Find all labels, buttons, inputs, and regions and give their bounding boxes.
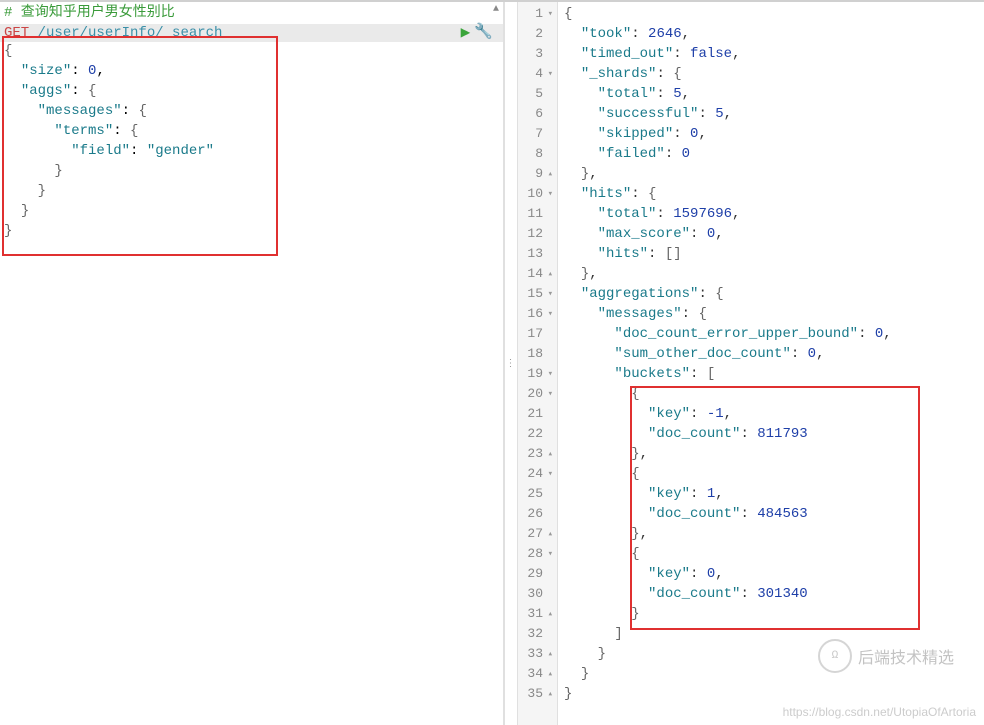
run-icon[interactable]: ▶ (461, 24, 475, 42)
gutter-line: 10▾ (518, 184, 553, 204)
code-line[interactable]: } (4, 162, 499, 182)
code-line[interactable]: "key": -1, (564, 404, 984, 424)
gutter-line: 23▴ (518, 444, 553, 464)
code-line[interactable]: { (564, 384, 984, 404)
gutter-line: 34▴ (518, 664, 553, 684)
code-line[interactable]: "key": 0, (564, 564, 984, 584)
gutter-line: 7 (518, 124, 553, 144)
code-line[interactable]: }, (564, 264, 984, 284)
code-line[interactable]: "field": "gender" (4, 142, 499, 162)
scroll-up-arrow[interactable]: ▲ (493, 4, 499, 15)
response-code[interactable]: { "took": 2646, "timed_out": false, "_sh… (558, 2, 984, 725)
gutter-line: 25 (518, 484, 553, 504)
code-line[interactable]: "total": 5, (564, 84, 984, 104)
drag-handle-icon[interactable]: ⋮ (506, 358, 517, 370)
request-line[interactable]: GET /user/userInfo/_search ▶ 🔧 (0, 24, 503, 42)
code-line[interactable]: { (564, 4, 984, 24)
code-line[interactable]: "aggregations": { (564, 284, 984, 304)
gutter-line: 13 (518, 244, 553, 264)
request-editor-panel[interactable]: ▲ # 查询知乎用户男女性别比 GET /user/userInfo/_sear… (0, 2, 504, 725)
comment-line: # 查询知乎用户男女性别比 (4, 5, 175, 21)
url-watermark: https://blog.csdn.net/UtopiaOfArtoria (783, 705, 976, 719)
gutter-line: 16▾ (518, 304, 553, 324)
panel-divider[interactable]: ⋮ (504, 2, 518, 725)
code-line[interactable]: "skipped": 0, (564, 124, 984, 144)
gutter-line: 18 (518, 344, 553, 364)
gutter-line: 11 (518, 204, 553, 224)
code-line[interactable]: "aggs": { (4, 82, 499, 102)
code-line[interactable]: { (4, 42, 499, 62)
code-line[interactable]: { (564, 464, 984, 484)
gutter-line: 32 (518, 624, 553, 644)
code-line[interactable]: } (4, 182, 499, 202)
code-line[interactable]: "max_score": 0, (564, 224, 984, 244)
code-line[interactable]: "sum_other_doc_count": 0, (564, 344, 984, 364)
gutter-line: 4▾ (518, 64, 553, 84)
gutter-line: 12 (518, 224, 553, 244)
gutter-line: 29 (518, 564, 553, 584)
code-line[interactable]: "key": 1, (564, 484, 984, 504)
gutter-line: 5 (518, 84, 553, 104)
response-panel: 1▾234▾56789▴10▾11121314▴15▾16▾171819▾20▾… (518, 2, 984, 725)
code-line[interactable]: "hits": [] (564, 244, 984, 264)
code-line[interactable]: "messages": { (4, 102, 499, 122)
code-line[interactable]: "buckets": [ (564, 364, 984, 384)
code-line[interactable]: "failed": 0 (564, 144, 984, 164)
gutter-line: 8 (518, 144, 553, 164)
code-line[interactable]: }, (564, 444, 984, 464)
code-line[interactable]: "size": 0, (4, 62, 499, 82)
gutter-line: 14▴ (518, 264, 553, 284)
code-line[interactable]: "total": 1597696, (564, 204, 984, 224)
code-line[interactable]: "terms": { (4, 122, 499, 142)
gutter-line: 31▴ (518, 604, 553, 624)
watermark: Ω 后端技术精选 (818, 639, 954, 673)
code-line[interactable]: "doc_count": 484563 (564, 504, 984, 524)
gutter-line: 15▾ (518, 284, 553, 304)
watermark-text: 后端技术精选 (858, 644, 954, 668)
code-line[interactable]: "messages": { (564, 304, 984, 324)
gutter-line: 26 (518, 504, 553, 524)
code-line[interactable]: "took": 2646, (564, 24, 984, 44)
code-line[interactable]: "_shards": { (564, 64, 984, 84)
wrench-icon[interactable]: 🔧 (474, 24, 499, 42)
code-line[interactable]: "timed_out": false, (564, 44, 984, 64)
gutter-line: 1▾ (518, 4, 553, 24)
gutter-line: 35▴ (518, 684, 553, 704)
watermark-logo: Ω (818, 639, 852, 673)
gutter-line: 9▴ (518, 164, 553, 184)
code-line[interactable]: "hits": { (564, 184, 984, 204)
code-line[interactable]: }, (564, 524, 984, 544)
code-line[interactable]: "doc_count": 301340 (564, 584, 984, 604)
gutter-line: 6 (518, 104, 553, 124)
gutter-line: 22 (518, 424, 553, 444)
gutter-line: 3 (518, 44, 553, 64)
code-line[interactable]: "doc_count": 811793 (564, 424, 984, 444)
gutter-line: 33▴ (518, 644, 553, 664)
gutter-line: 19▾ (518, 364, 553, 384)
gutter-line: 21 (518, 404, 553, 424)
request-code[interactable]: # 查询知乎用户男女性别比 GET /user/userInfo/_search… (0, 2, 503, 244)
code-line[interactable]: "doc_count_error_upper_bound": 0, (564, 324, 984, 344)
gutter-line: 2 (518, 24, 553, 44)
gutter-line: 17 (518, 324, 553, 344)
code-line[interactable]: } (564, 684, 984, 704)
code-line[interactable]: { (564, 544, 984, 564)
line-gutter: 1▾234▾56789▴10▾11121314▴15▾16▾171819▾20▾… (518, 2, 558, 725)
gutter-line: 24▾ (518, 464, 553, 484)
code-line[interactable]: } (4, 222, 499, 242)
code-line[interactable]: }, (564, 164, 984, 184)
code-line[interactable]: } (564, 604, 984, 624)
gutter-line: 20▾ (518, 384, 553, 404)
gutter-line: 28▾ (518, 544, 553, 564)
code-line[interactable]: "successful": 5, (564, 104, 984, 124)
gutter-line: 30 (518, 584, 553, 604)
gutter-line: 27▴ (518, 524, 553, 544)
code-line[interactable]: } (4, 202, 499, 222)
